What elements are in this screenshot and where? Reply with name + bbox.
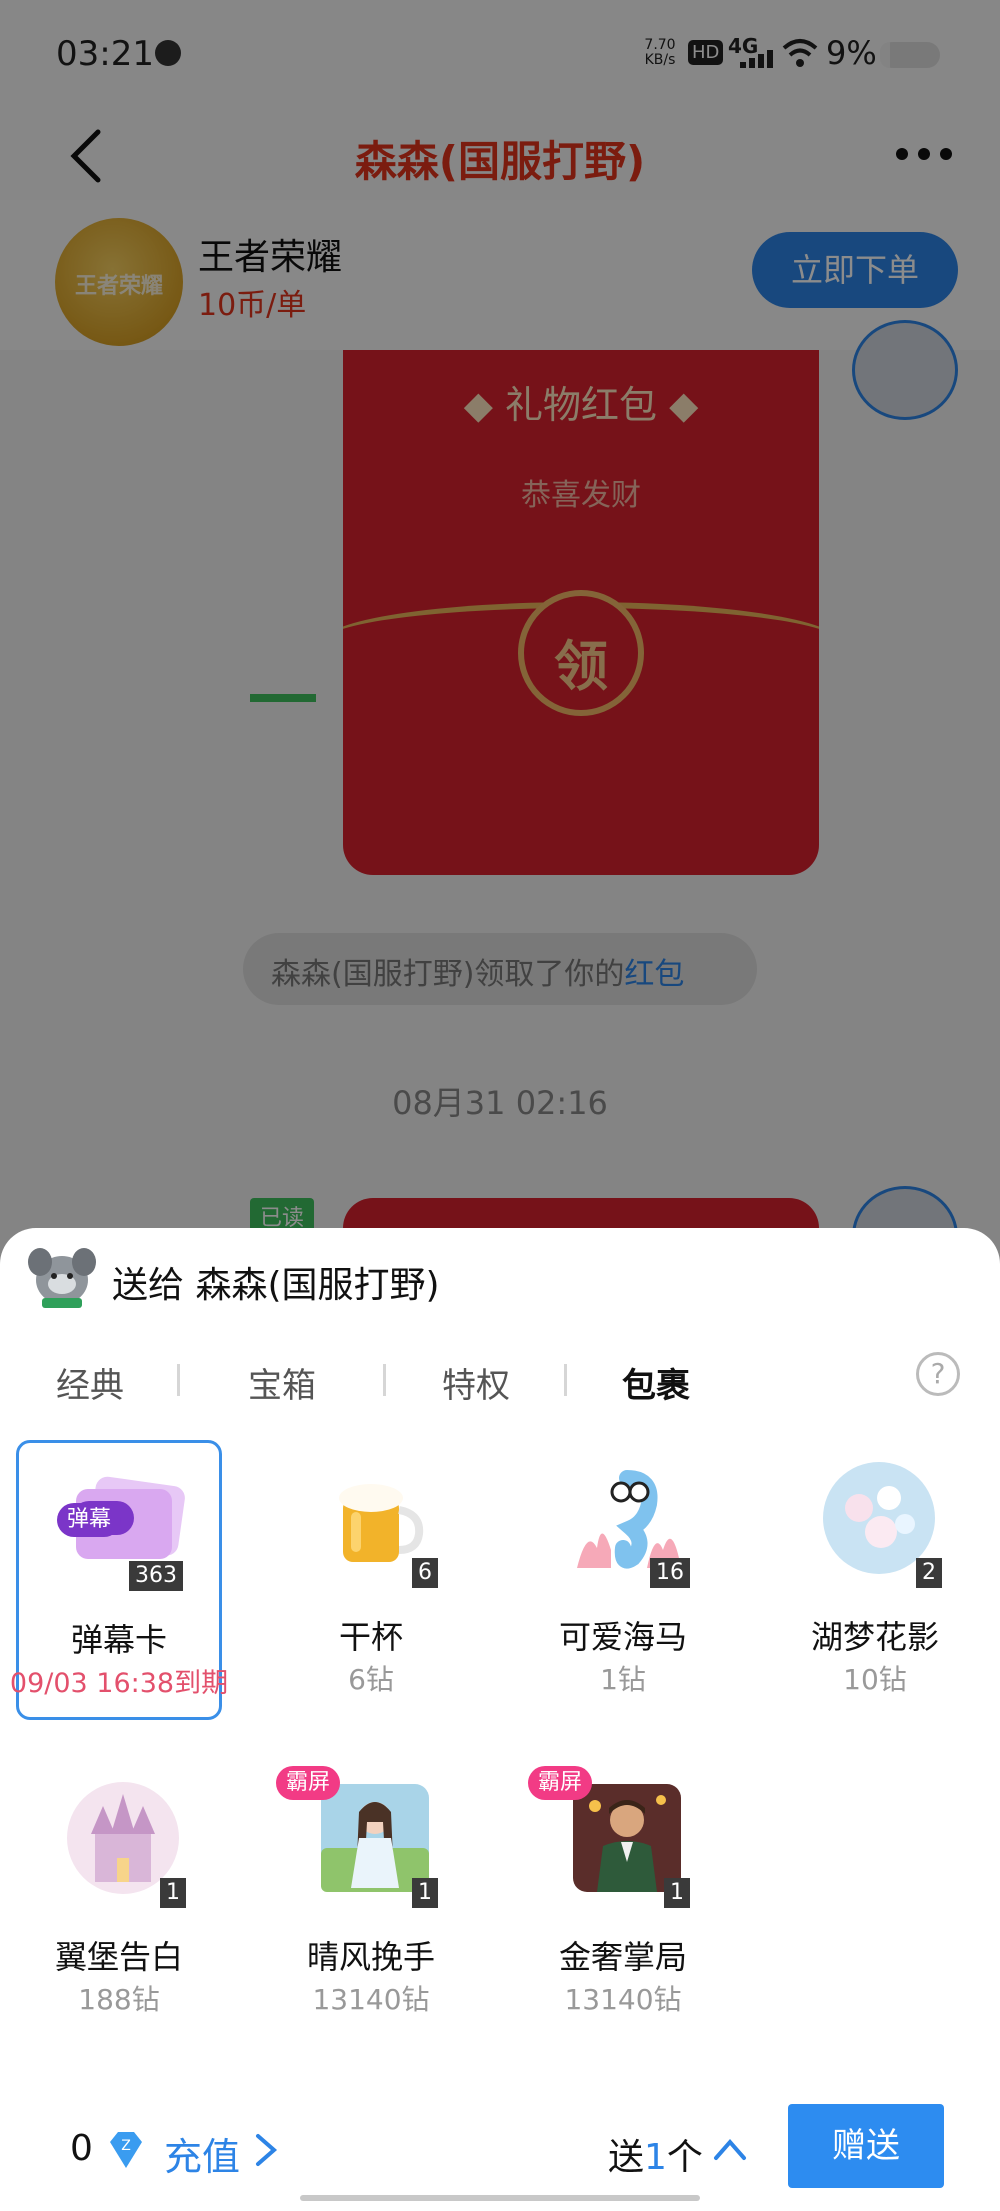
gift-count: 1 bbox=[412, 1878, 438, 1908]
gift-name: 金奢掌局 bbox=[558, 1938, 687, 1976]
gift-price: 10钻 bbox=[843, 1663, 907, 1696]
gift-name: 翼堡告白 bbox=[54, 1938, 183, 1976]
gift-name: 可爱海马 bbox=[558, 1618, 687, 1656]
gift-item[interactable]: 霸屏 1 金奢掌局 13140钻 bbox=[520, 1760, 726, 2040]
gift-count: 1 bbox=[664, 1878, 690, 1908]
danmu-badge: 弹幕 bbox=[57, 1503, 122, 1537]
gift-price: 1钻 bbox=[600, 1663, 646, 1696]
gift-price: 13140钻 bbox=[312, 1983, 430, 2016]
gift-price: 6钻 bbox=[348, 1663, 394, 1696]
gift-name: 干杯 bbox=[338, 1618, 403, 1656]
gift-price: 188钻 bbox=[78, 1983, 160, 2016]
gift-footer: 0 Z 充值 送1个 赠送 bbox=[0, 2096, 1000, 2211]
gift-item[interactable]: 弹幕 363 弹幕卡 09/03 16:38到期 bbox=[10, 1440, 228, 1720]
tab-divider bbox=[383, 1364, 386, 1396]
gift-item[interactable]: 1 翼堡告白 188钻 bbox=[16, 1760, 222, 2040]
send-number: 1 bbox=[644, 2137, 667, 2178]
chevron-right-icon[interactable] bbox=[248, 2130, 284, 2170]
tab-classic[interactable]: 经典 bbox=[56, 1358, 124, 1407]
gift-count: 2 bbox=[916, 1558, 942, 1588]
home-indicator[interactable] bbox=[300, 2195, 700, 2201]
recharge-link[interactable]: 充值 bbox=[164, 2126, 240, 2181]
diamond-icon: Z bbox=[110, 2132, 142, 2168]
gift-price: 13140钻 bbox=[564, 1983, 682, 2016]
gift-tabs: 经典 宝箱 特权 包裹 bbox=[0, 1348, 1000, 1418]
diamond-balance: 0 bbox=[70, 2128, 93, 2169]
recipient-avatar bbox=[28, 1248, 96, 1308]
tab-package[interactable]: 包裹 bbox=[622, 1358, 690, 1407]
gift-sheet: 送给 森森(国服打野) 经典 宝箱 特权 包裹 ? 弹幕 363 弹幕卡 09/… bbox=[0, 1228, 1000, 2211]
gift-item[interactable]: 16 可爱海马 1钻 bbox=[520, 1440, 726, 1720]
send-prefix: 送 bbox=[608, 2137, 645, 2178]
tab-divider bbox=[177, 1364, 180, 1396]
tab-divider bbox=[564, 1364, 567, 1396]
svg-text:Z: Z bbox=[121, 2138, 131, 2154]
give-button[interactable]: 赠送 bbox=[788, 2104, 944, 2188]
gift-count: 6 bbox=[412, 1558, 438, 1588]
gift-name: 弹幕卡 bbox=[70, 1621, 167, 1659]
gift-name: 晴风挽手 bbox=[306, 1938, 435, 1976]
sheet-title: 送给 森森(国服打野) bbox=[112, 1265, 440, 1306]
gift-item[interactable]: 2 湖梦花影 10钻 bbox=[772, 1440, 978, 1720]
chevron-up-icon[interactable] bbox=[710, 2130, 750, 2166]
gift-name: 湖梦花影 bbox=[810, 1618, 939, 1656]
send-quantity[interactable]: 送1个 bbox=[608, 2128, 703, 2180]
tab-treasure-box[interactable]: 宝箱 bbox=[248, 1358, 316, 1407]
gift-count: 1 bbox=[160, 1878, 186, 1908]
gift-item[interactable]: 6 干杯 6钻 bbox=[268, 1440, 474, 1720]
tab-privilege[interactable]: 特权 bbox=[442, 1358, 510, 1407]
help-icon[interactable]: ? bbox=[916, 1352, 960, 1396]
fullscreen-tag: 霸屏 bbox=[528, 1766, 593, 1800]
send-suffix: 个 bbox=[666, 2137, 703, 2178]
gift-expiry: 09/03 16:38到期 bbox=[9, 1668, 229, 1699]
gift-count: 363 bbox=[129, 1561, 183, 1591]
gift-item[interactable]: 霸屏 1 晴风挽手 13140钻 bbox=[268, 1760, 474, 2040]
gift-count: 16 bbox=[650, 1558, 690, 1588]
fullscreen-tag: 霸屏 bbox=[276, 1766, 341, 1800]
